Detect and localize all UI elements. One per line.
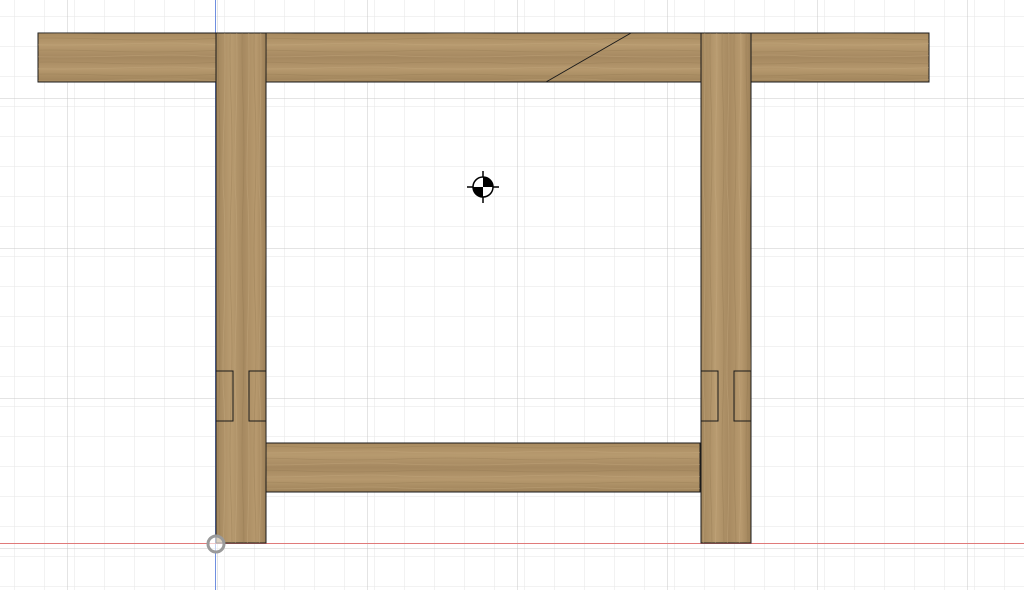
bottom-stretcher[interactable] (265, 442, 701, 493)
right-leg[interactable] (700, 32, 752, 544)
grid (0, 0, 1024, 590)
modeling-viewport[interactable] (0, 0, 1024, 590)
origin-marker-icon[interactable] (206, 534, 226, 554)
left-leg[interactable] (215, 32, 267, 544)
top-rail[interactable] (37, 32, 930, 83)
design-canvas[interactable] (0, 0, 1024, 590)
